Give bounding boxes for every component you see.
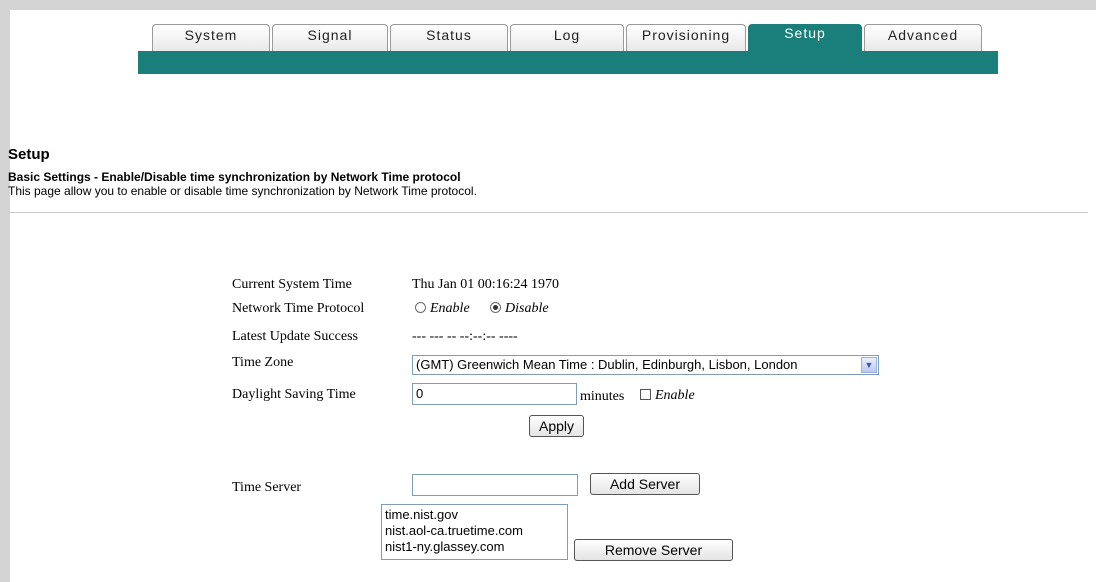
dst-enable-checkbox[interactable] <box>640 389 651 400</box>
tab-advanced[interactable]: Advanced <box>864 24 982 54</box>
page-description: This page allow you to enable or disable… <box>8 184 477 198</box>
time-server-list[interactable]: time.nist.gov nist.aol-ca.truetime.com n… <box>381 504 568 560</box>
divider <box>8 212 1088 213</box>
time-zone-value: (GMT) Greenwich Mean Time : Dublin, Edin… <box>416 357 798 372</box>
apply-button[interactable]: Apply <box>529 415 584 437</box>
ntp-disable-label: Disable <box>505 301 549 316</box>
time-server-label: Time Server <box>232 480 302 495</box>
remove-server-button[interactable]: Remove Server <box>574 539 733 561</box>
tab-provisioning[interactable]: Provisioning <box>626 24 746 54</box>
dst-minutes-input[interactable]: 0 <box>412 383 577 405</box>
ntp-disable-option[interactable]: Disable <box>490 301 549 317</box>
page-title: Setup <box>8 146 50 163</box>
chevron-down-icon[interactable]: ▼ <box>861 357 877 373</box>
dst-label: Daylight Saving Time <box>232 387 356 402</box>
ntp-label: Network Time Protocol <box>232 301 365 316</box>
tab-log[interactable]: Log <box>510 24 624 54</box>
window-left-border <box>0 0 10 582</box>
time-zone-label: Time Zone <box>232 355 294 370</box>
current-time-label: Current System Time <box>232 277 352 292</box>
window-top-border <box>0 0 1096 10</box>
ntp-enable-label: Enable <box>430 301 470 316</box>
ntp-enable-radio[interactable] <box>415 302 426 313</box>
latest-update-label: Latest Update Success <box>232 329 358 344</box>
add-server-button[interactable]: Add Server <box>590 473 700 495</box>
time-server-input[interactable] <box>412 474 578 496</box>
tab-status[interactable]: Status <box>390 24 508 54</box>
list-item[interactable]: nist.aol-ca.truetime.com <box>385 523 564 539</box>
current-time-value: Thu Jan 01 00:16:24 1970 <box>412 277 559 292</box>
dst-enable-label: Enable <box>655 388 695 403</box>
dst-unit-label: minutes <box>580 389 625 404</box>
dst-enable-option[interactable]: Enable <box>640 388 695 404</box>
tab-bar <box>138 51 998 74</box>
tab-signal[interactable]: Signal <box>272 24 388 54</box>
latest-update-value: --- --- -- --:--:-- ---- <box>412 329 518 344</box>
tab-setup[interactable]: Setup <box>748 24 862 54</box>
list-item[interactable]: time.nist.gov <box>385 507 564 523</box>
page-subtitle: Basic Settings - Enable/Disable time syn… <box>8 170 461 184</box>
tab-system[interactable]: System <box>152 24 270 54</box>
ntp-disable-radio[interactable] <box>490 302 501 313</box>
list-item[interactable]: nist1-ny.glassey.com <box>385 539 564 555</box>
time-zone-select[interactable]: (GMT) Greenwich Mean Time : Dublin, Edin… <box>412 355 879 375</box>
ntp-enable-option[interactable]: Enable <box>415 301 470 317</box>
